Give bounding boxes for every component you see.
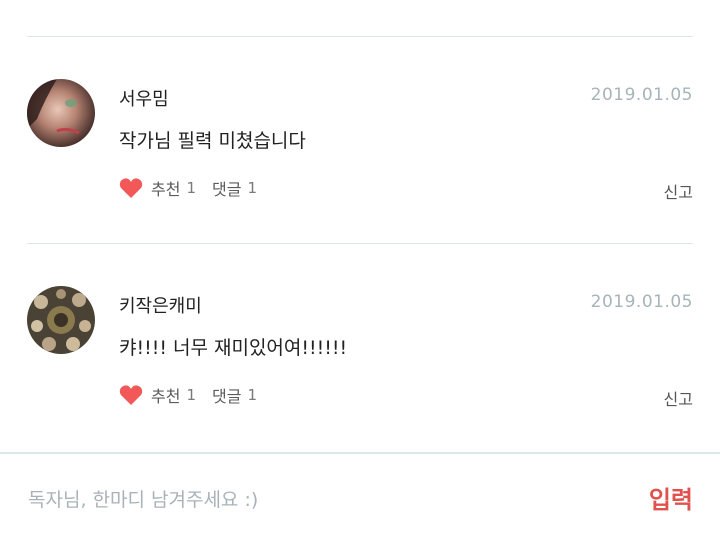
reply-button[interactable]: 댓글 xyxy=(212,383,241,407)
heart-icon[interactable] xyxy=(119,384,143,406)
comment-text: 캬!!!! 너무 재미있어여!!!!!! xyxy=(119,337,348,359)
comment-actions: 추천 1 댓글 1 xyxy=(119,176,273,200)
top-divider xyxy=(27,36,693,37)
report-button[interactable]: 신고 xyxy=(664,386,693,410)
comment-divider xyxy=(27,243,693,244)
like-count: 1 xyxy=(186,179,196,197)
comment-date: 2019.01.05 xyxy=(590,85,693,105)
avatar[interactable] xyxy=(27,79,95,147)
comment-item: 서우밈 2019.01.05 작가님 필력 미쳤습니다 추천 1 댓글 1 신고 xyxy=(0,79,720,269)
comment-username[interactable]: 키작은캐미 xyxy=(119,292,202,318)
comment-username[interactable]: 서우밈 xyxy=(119,85,169,111)
reply-count: 1 xyxy=(247,386,257,404)
like-button[interactable]: 추천 xyxy=(151,383,180,407)
avatar-image xyxy=(27,79,95,147)
avatar[interactable] xyxy=(27,286,95,354)
comment-date: 2019.01.05 xyxy=(590,292,693,312)
comment-input[interactable] xyxy=(26,482,590,518)
like-button[interactable]: 추천 xyxy=(151,176,180,200)
submit-button[interactable]: 입력 xyxy=(649,480,693,515)
comment-item: 키작은캐미 2019.01.05 캬!!!! 너무 재미있어여!!!!!! 추천… xyxy=(0,286,720,476)
comment-text: 작가님 필력 미쳤습니다 xyxy=(119,130,306,152)
comment-actions: 추천 1 댓글 1 xyxy=(119,383,273,407)
reply-count: 1 xyxy=(247,179,257,197)
report-button[interactable]: 신고 xyxy=(664,179,693,203)
like-count: 1 xyxy=(186,386,196,404)
heart-icon[interactable] xyxy=(119,177,143,199)
comment-input-bar: 입력 xyxy=(0,452,720,542)
reply-button[interactable]: 댓글 xyxy=(212,176,241,200)
avatar-image xyxy=(27,286,95,354)
